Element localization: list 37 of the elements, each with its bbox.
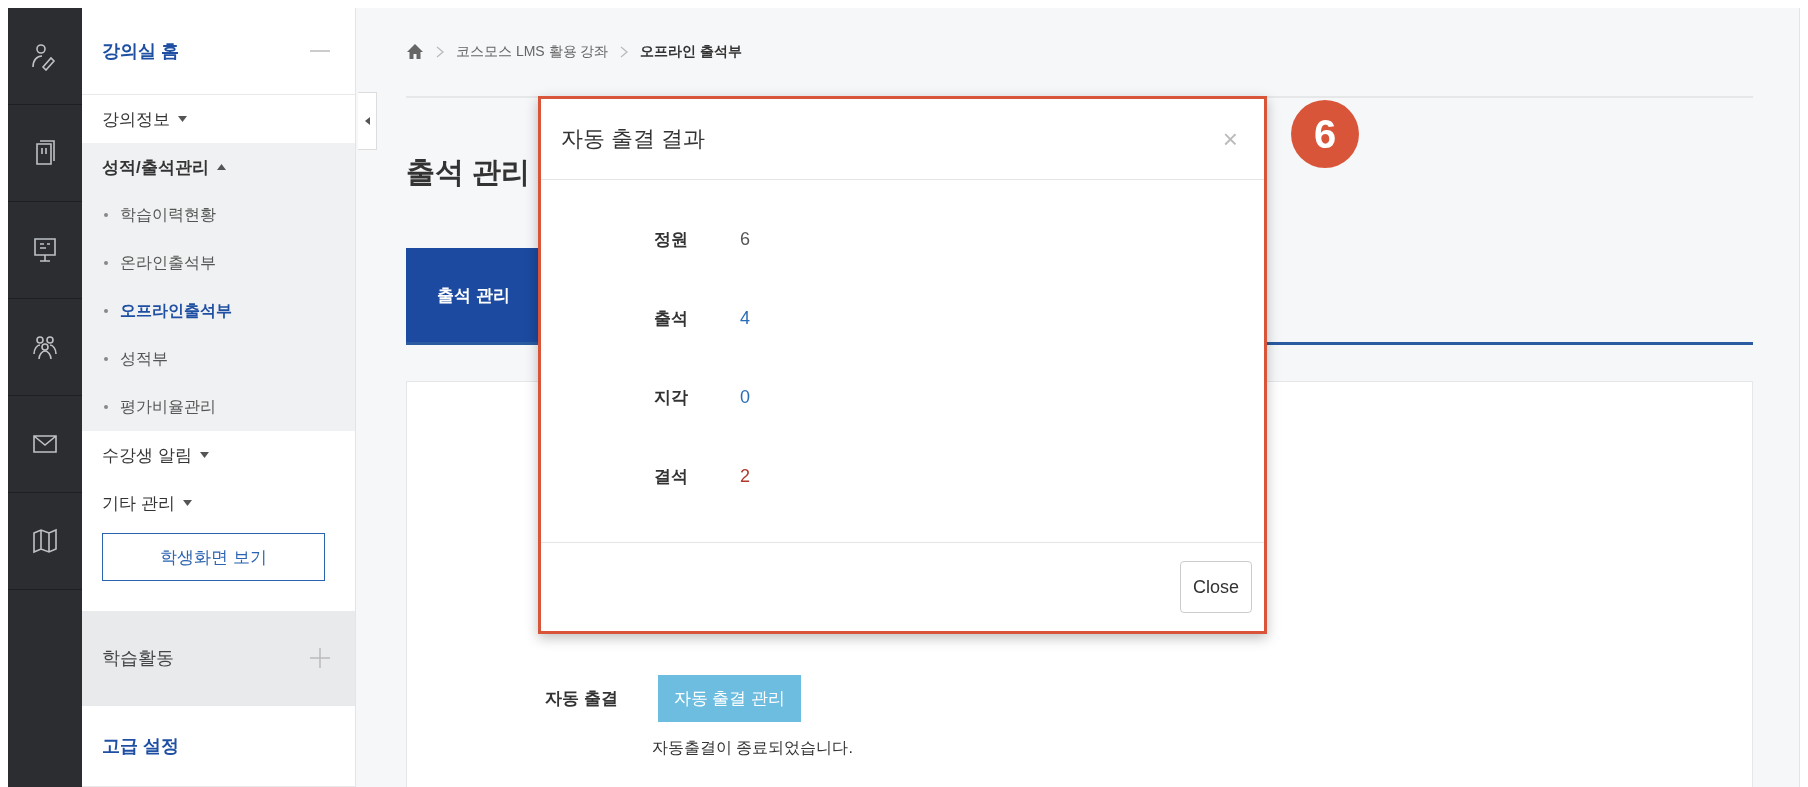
map-icon[interactable]	[30, 526, 60, 556]
page-title: 출석 관리	[406, 155, 531, 190]
sidebar-submenu-item[interactable]: 성적부	[82, 335, 355, 383]
status-message: 자동출결이 종료되었습니다.	[652, 738, 854, 758]
sidebar-submenu-item[interactable]: 오프라인출석부	[82, 287, 355, 335]
sidebar-submenu-item[interactable]: 학습이력현황	[82, 191, 355, 239]
breadcrumb-current: 오프라인 출석부	[640, 43, 743, 61]
close-button[interactable]: Close	[1179, 561, 1252, 613]
result-value: 4	[740, 308, 750, 329]
result-label: 지각	[654, 387, 689, 409]
sidebar-toggle-button[interactable]	[358, 92, 377, 150]
sidebar-submenu-item[interactable]: 온라인출석부	[82, 239, 355, 287]
sidebar-section-title[interactable]: 고급 설정	[102, 734, 179, 758]
result-value: 6	[740, 229, 750, 250]
result-label: 출석	[654, 308, 689, 330]
breadcrumb-link[interactable]: 코스모스 LMS 활용 강좌	[456, 43, 609, 61]
chevron-right-icon	[436, 46, 444, 58]
result-value: 0	[740, 387, 750, 408]
sidebar-menu-item[interactable]: 기타 관리	[82, 479, 355, 527]
sidebar-section-title[interactable]: 학습활동	[102, 646, 174, 670]
sidebar-menu-item[interactable]: 수강생 알림	[82, 431, 355, 479]
tab[interactable]: 출석 관리	[406, 248, 541, 342]
result-label: 결석	[654, 466, 689, 488]
dialog-title: 자동 출결 결과	[561, 125, 706, 153]
sidebar-menu-item[interactable]: 성적/출석관리	[82, 143, 355, 191]
sidebar-submenu-item[interactable]: 평가비율관리	[82, 383, 355, 431]
sidebar-section-title[interactable]: 강의실 홈	[102, 39, 179, 63]
chevron-right-icon	[620, 46, 629, 58]
sidebar-section-header[interactable]: 학습활동	[82, 611, 355, 706]
home-icon[interactable]	[406, 43, 424, 61]
field-label: 자동 출결	[545, 688, 618, 710]
caret-left-icon	[364, 117, 370, 125]
student-view-button[interactable]: 학생화면 보기	[102, 533, 325, 581]
result-value: 2	[740, 466, 750, 487]
step-number-badge: 6	[1291, 100, 1359, 168]
result-label: 정원	[654, 229, 689, 251]
sidebar-menu-item[interactable]: 강의정보	[82, 95, 355, 143]
